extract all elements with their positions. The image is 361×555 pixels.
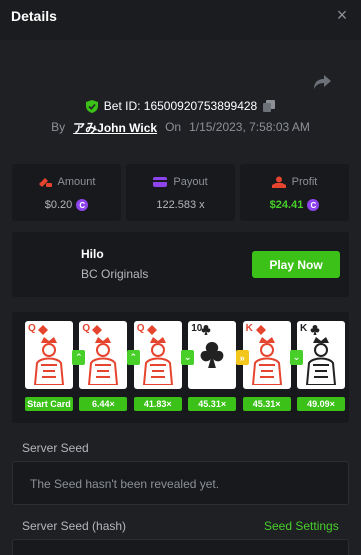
- card-rank: K: [300, 323, 308, 334]
- guess-skip-icon: »: [235, 350, 249, 365]
- guess-up-icon: ⌃: [126, 350, 140, 365]
- guess-down-icon: ⌄: [290, 350, 303, 365]
- card-multiplier: 41.83×: [133, 397, 182, 411]
- guess-up-icon: ⌃: [72, 350, 86, 365]
- coin-icon: C: [307, 199, 320, 211]
- user-link[interactable]: アみJohn Wick: [73, 119, 157, 136]
- amount-label: Amount: [57, 176, 96, 188]
- bet-datetime: 1/15/2023, 7:58:03 AM: [189, 120, 310, 134]
- card-multiplier: 6.44×: [79, 397, 128, 411]
- playing-card: Q: [79, 321, 128, 389]
- playing-card: 10: [188, 321, 237, 389]
- modal-header: Details ×: [0, 0, 361, 40]
- diamond-suit-icon: [146, 325, 157, 335]
- club-pip: [200, 342, 224, 368]
- game-card: Hilo BC Originals Play Now: [12, 232, 349, 297]
- face-card-figure: [305, 337, 337, 385]
- server-seed-placeholder: The Seed hasn't been revealed yet.: [30, 477, 220, 491]
- server-seed-label: Server Seed: [22, 441, 89, 455]
- server-seed-hash-field: [12, 539, 349, 555]
- bet-id-row: Bet ID: 16500920753899428: [0, 97, 361, 115]
- playing-card: Q: [25, 321, 73, 389]
- modal-title: Details: [11, 8, 57, 24]
- share-icon[interactable]: [312, 72, 332, 92]
- bet-author-row: By アみJohn Wick On 1/15/2023, 7:58:03 AM: [0, 119, 361, 135]
- face-card-figure: [251, 337, 282, 385]
- card-rank: Q: [82, 323, 91, 334]
- playing-card: Q: [133, 321, 182, 389]
- face-card-figure: [33, 337, 65, 385]
- card-multiplier: 45.31×: [242, 397, 291, 411]
- game-provider: BC Originals: [81, 267, 149, 281]
- payout-value: 122.583 x: [156, 199, 205, 211]
- payout-stat: Payout 122.583 x: [126, 164, 235, 221]
- profit-value: $24.41: [269, 199, 304, 211]
- amount-value: $0.20: [44, 199, 73, 211]
- profit-stat: Profit $24.41 C: [240, 164, 349, 221]
- playing-card: K: [242, 321, 291, 389]
- server-seed-field: The Seed hasn't been revealed yet.: [12, 461, 349, 505]
- card-multiplier: 49.09×: [297, 397, 345, 411]
- card-multiplier: 45.31×: [188, 397, 237, 411]
- card-rank: Q: [136, 323, 145, 334]
- bet-icon: [38, 178, 52, 187]
- close-icon[interactable]: ×: [335, 6, 349, 24]
- shield-check-icon: [85, 99, 98, 113]
- bet-id: Bet ID: 16500920753899428: [103, 99, 258, 113]
- card-multiplier: Start Card: [25, 397, 73, 411]
- guess-down-icon: ⌄: [181, 350, 195, 365]
- card-rank: K: [245, 323, 253, 334]
- payout-icon: [153, 177, 168, 187]
- game-name: Hilo: [81, 247, 104, 261]
- copy-icon[interactable]: [263, 100, 276, 112]
- diamond-suit-icon: [255, 325, 266, 335]
- amount-stat: Amount $0.20 C: [12, 164, 121, 221]
- face-card-figure: [88, 337, 119, 385]
- club-suit-icon: [310, 325, 320, 335]
- cards-history: Q Start Card Q ⌃ 6.44× Q ⌃ 41.83× 10 ⌄ 45.31× K» 45.…: [12, 312, 349, 423]
- club-suit-icon: [201, 325, 211, 335]
- by-label: By: [51, 120, 66, 134]
- card-rank: Q: [28, 323, 36, 334]
- diamond-suit-icon: [92, 325, 103, 335]
- play-now-button[interactable]: Play Now: [252, 251, 340, 278]
- profit-label: Profit: [291, 176, 318, 188]
- on-label: On: [165, 120, 182, 134]
- coin-icon: C: [76, 199, 89, 211]
- server-seed-hash-label: Server Seed (hash): [22, 519, 127, 533]
- playing-card: K: [297, 321, 345, 389]
- face-card-figure: [142, 337, 173, 385]
- profit-icon: [271, 176, 286, 188]
- diamond-suit-icon: [38, 325, 48, 335]
- payout-label: Payout: [173, 176, 208, 188]
- seed-settings-link[interactable]: Seed Settings: [264, 519, 339, 533]
